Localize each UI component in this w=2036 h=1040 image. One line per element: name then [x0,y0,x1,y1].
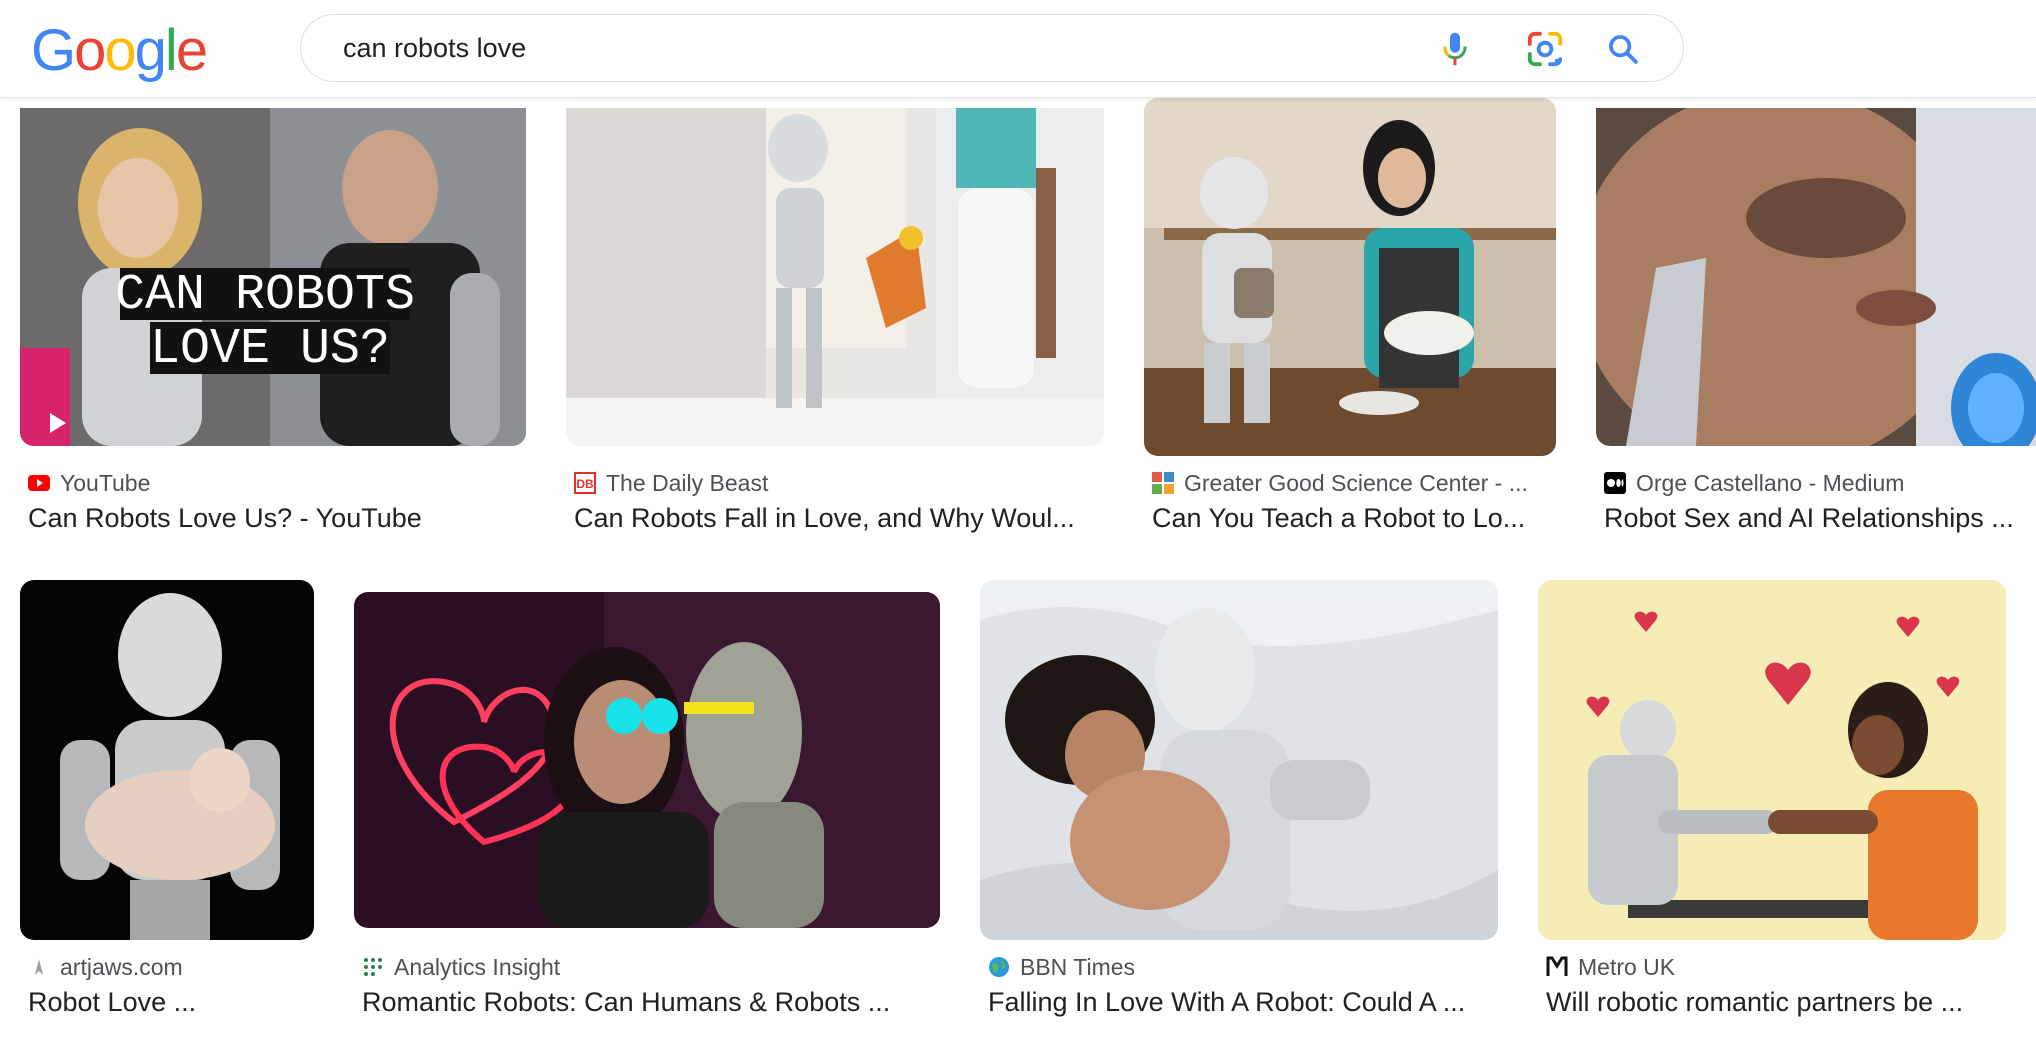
result-thumbnail[interactable] [1596,108,2036,446]
logo-letter: g [134,18,167,83]
result-title[interactable]: Will robotic romantic partners be ... [1546,987,2006,1023]
result-source[interactable]: Greater Good Science Center - ... [1152,468,1528,498]
result-title[interactable]: Robot Sex and AI Relationships ... [1604,503,2036,539]
daily-beast-icon: DB [574,472,596,494]
overlay-text: CAN ROBOTS [115,267,415,324]
result-source-label: YouTube [60,469,151,496]
logo-letter: G [31,18,76,83]
metro-icon [1546,956,1568,978]
result-thumbnail[interactable] [1538,580,2006,940]
globe-icon [988,956,1010,978]
result-thumbnail[interactable] [20,580,314,940]
greater-good-icon [1152,472,1174,494]
result-thumbnail[interactable]: CAN ROBOTS LOVE US? [20,108,526,446]
search-box [300,14,1684,82]
result-source[interactable]: Orge Castellano - Medium [1604,468,1904,498]
result-source[interactable]: Metro UK [1546,952,1675,982]
svg-text:DB: DB [576,477,594,491]
result-title[interactable]: Can Robots Love Us? - YouTube [28,503,528,539]
result-source[interactable]: artjaws.com [28,952,183,982]
result-source-label: BBN Times [1020,953,1136,980]
logo-letter: l [164,18,178,83]
logo-letter: o [104,18,136,83]
result-title[interactable]: Can Robots Fall in Love, and Why Woul... [574,503,1094,539]
result-thumbnail[interactable] [1144,98,1556,456]
header: Google [0,0,2036,98]
microphone-icon[interactable] [1435,29,1475,69]
camera-lens-icon[interactable] [1525,29,1565,69]
result-title[interactable]: Falling In Love With A Robot: Could A ..… [988,987,1498,1023]
search-icon[interactable] [1603,29,1643,69]
result-thumbnail[interactable] [980,580,1498,940]
google-logo[interactable]: Google [31,16,208,86]
result-source[interactable]: YouTube [28,468,150,498]
medium-icon [1604,472,1626,494]
analytics-insight-icon [362,956,384,978]
logo-letter: o [74,18,106,83]
result-source-label: Analytics Insight [394,953,561,980]
result-title[interactable]: Romantic Robots: Can Humans & Robots ... [362,987,942,1023]
result-title[interactable]: Can You Teach a Robot to Lo... [1152,503,1552,539]
result-source[interactable]: BBN Times [988,952,1135,982]
result-title[interactable]: Robot Love ... [28,987,318,1023]
youtube-icon [28,472,50,494]
result-source[interactable]: Analytics Insight [362,952,560,982]
result-source[interactable]: DB The Daily Beast [574,468,768,498]
result-thumbnail[interactable] [566,108,1104,446]
result-thumbnail[interactable] [354,592,940,928]
artjaws-icon [28,956,50,978]
logo-letter: e [175,18,208,83]
result-source-label: artjaws.com [60,953,183,980]
result-source-label: The Daily Beast [606,469,769,496]
result-source-label: Metro UK [1578,953,1676,980]
result-source-label: Orge Castellano - Medium [1636,469,1905,496]
overlay-text: LOVE US? [150,321,390,378]
search-input[interactable] [343,15,1343,81]
result-source-label: Greater Good Science Center - ... [1184,469,1528,496]
